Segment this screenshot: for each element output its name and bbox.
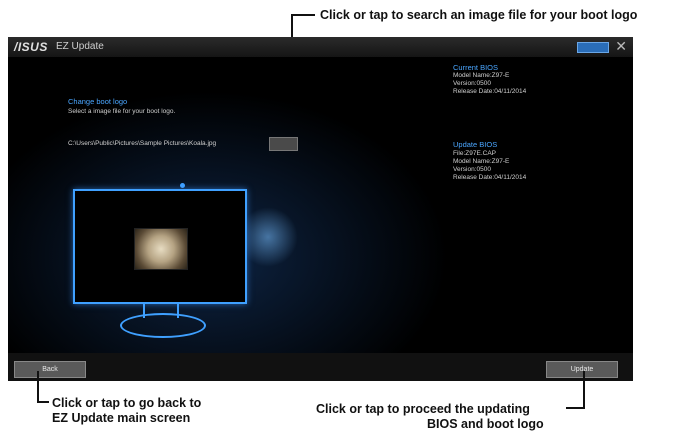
- callout-update-line1: Click or tap to proceed the updating: [316, 402, 530, 416]
- update-button[interactable]: Update: [546, 361, 618, 378]
- title-bar: /ISUS EZ Update ✕: [8, 37, 633, 57]
- callout-line-update-v: [583, 371, 585, 409]
- change-boot-logo-heading: Change boot logo: [68, 97, 128, 106]
- update-bios-model: Model Name:Z97-E: [453, 158, 510, 165]
- callout-browse: Click or tap to search an image file for…: [320, 8, 638, 22]
- callout-back-line2: EZ Update main screen: [52, 411, 191, 425]
- current-bios-heading: Current BIOS: [453, 63, 499, 72]
- callout-line-back-h: [37, 401, 49, 403]
- current-bios-model: Model Name:Z97-E: [453, 72, 510, 79]
- ez-update-window: /ISUS EZ Update ✕ Change boot logo Selec…: [8, 37, 633, 381]
- boot-logo-instruction: Select a image file for your boot logo.: [68, 108, 176, 115]
- callout-line-back-v: [37, 371, 39, 402]
- callout-back-line1: Click or tap to go back to: [52, 396, 202, 410]
- current-bios-release: Release Date:04/11/2014: [453, 88, 527, 95]
- back-button[interactable]: Back: [14, 361, 86, 378]
- display-mode-icon[interactable]: [577, 42, 609, 53]
- callout-line-update-h: [566, 407, 585, 409]
- callout-line-browse-h: [291, 14, 315, 16]
- close-icon[interactable]: ✕: [615, 38, 627, 55]
- boot-logo-preview-image: [134, 228, 188, 270]
- update-bios-file: File:Z97E.CAP: [453, 150, 496, 157]
- update-bios-heading: Update BIOS: [453, 140, 498, 149]
- window-title: EZ Update: [56, 41, 104, 52]
- bottom-bar: [8, 353, 633, 381]
- browse-button[interactable]: [269, 137, 298, 151]
- asus-logo: /ISUS: [14, 40, 48, 54]
- current-bios-version: Version:0500: [453, 80, 491, 87]
- update-bios-version: Version:0500: [453, 166, 491, 173]
- monitor-top-indicator: [180, 183, 185, 188]
- update-bios-release: Release Date:04/11/2014: [453, 174, 527, 181]
- monitor-stand-base: [120, 313, 206, 338]
- callout-update-line2: BIOS and boot logo: [427, 417, 544, 431]
- light-flare: [238, 207, 298, 267]
- file-path-text[interactable]: C:\Users\Public\Pictures\Sample Pictures…: [68, 140, 216, 147]
